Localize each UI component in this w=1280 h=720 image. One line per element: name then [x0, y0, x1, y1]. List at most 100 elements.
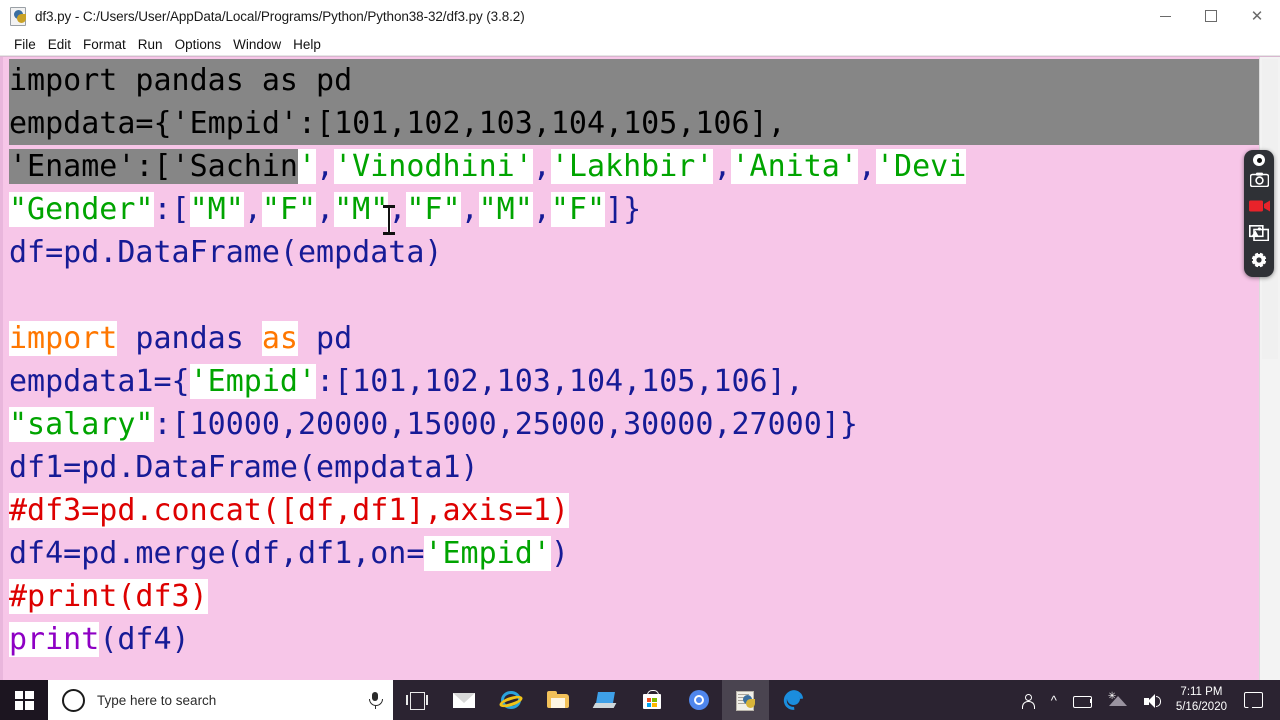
code-token: 'Devi: [875, 149, 967, 184]
taskbar-item-internet-explorer[interactable]: [487, 680, 534, 720]
menu-run[interactable]: Run: [132, 37, 169, 52]
taskbar-item-mail[interactable]: [440, 680, 487, 720]
taskbar-search-box[interactable]: Type here to search: [48, 680, 393, 720]
code-token: ]}: [605, 192, 642, 227]
menu-help[interactable]: Help: [287, 37, 327, 52]
source-code[interactable]: import pandas as pd empdata={'Empid':[101…: [3, 59, 1260, 661]
taskbar-clock[interactable]: 7:11 PM 5/16/2020: [1170, 685, 1237, 715]
code-token: 'Empid': [424, 536, 551, 571]
code-line[interactable]: empdata={'Empid':[101,102,103,104,105,10…: [9, 102, 1260, 145]
windows-logo-icon: [14, 690, 34, 710]
python-idle-icon: [734, 689, 758, 711]
code-token: "M": [189, 192, 244, 227]
clock-time: 7:11 PM: [1180, 686, 1223, 698]
screen: df3.py - C:/Users/User/AppData/Local/Pro…: [0, 0, 1280, 720]
menu-file[interactable]: File: [8, 37, 42, 52]
taskbar-app-icons: [393, 680, 816, 720]
minimize-button[interactable]: [1142, 0, 1188, 32]
code-token: ,: [316, 192, 335, 227]
battery-icon[interactable]: [1064, 680, 1100, 720]
microphone-icon[interactable]: [367, 691, 383, 709]
code-token: 'Empid': [189, 364, 317, 399]
code-token: ): [550, 536, 569, 571]
code-token: #df3=pd.concat([df,df1],axis=1): [9, 493, 569, 528]
code-token: df4=pd.merge(df,df1,on=: [9, 536, 425, 571]
code-token: "M": [334, 192, 389, 227]
close-button[interactable]: ✕: [1234, 0, 1280, 32]
code-line[interactable]: df1=pd.DataFrame(empdata1): [9, 446, 1260, 489]
window-controls: ✕: [1142, 0, 1280, 32]
show-hidden-icons-chevron-icon[interactable]: ^: [1044, 680, 1064, 720]
code-token: "M": [478, 192, 533, 227]
code-token: empdata1={: [9, 364, 190, 399]
taskbar-item-remote-desktop[interactable]: [581, 680, 628, 720]
store-bag-icon: [640, 689, 664, 711]
code-line[interactable]: "Gender":["M","F","M","F","M","F"]}: [9, 188, 1260, 231]
code-token: #print(df3): [9, 579, 208, 614]
cortana-circle-icon[interactable]: [62, 688, 85, 712]
clock-date: 5/16/2020: [1175, 701, 1227, 713]
code-token: ,: [857, 149, 876, 184]
taskbar-item-python-idle[interactable]: [722, 680, 769, 720]
code-token: "F": [550, 192, 606, 227]
code-line[interactable]: "salary":[10000,20000,15000,25000,30000,…: [9, 403, 1260, 446]
menu-options[interactable]: Options: [169, 37, 228, 52]
code-token: pd: [298, 321, 353, 356]
gear-icon[interactable]: [1246, 248, 1272, 272]
remote-desktop-icon: [592, 689, 617, 711]
code-token: empdata={'Empid':[101,102,103,104,105,10…: [9, 106, 786, 141]
maximize-button[interactable]: [1188, 0, 1234, 32]
code-token: ,: [460, 192, 479, 227]
taskbar-item-microsoft-edge[interactable]: [769, 680, 816, 720]
code-line[interactable]: #print(df3): [9, 575, 1260, 618]
code-token: :[: [153, 192, 190, 227]
code-line[interactable]: import pandas as pd: [9, 317, 1260, 360]
taskbar-item-task-view[interactable]: [393, 680, 440, 720]
editor-area[interactable]: import pandas as pd empdata={'Empid':[101…: [0, 56, 1280, 680]
code-line[interactable]: import pandas as pd: [9, 59, 1260, 102]
screen-recorder-toolbar[interactable]: [1244, 150, 1274, 277]
taskbar-item-chrome[interactable]: [675, 680, 722, 720]
code-line[interactable]: print(df4): [9, 618, 1260, 661]
camera-icon[interactable]: [1246, 167, 1272, 191]
code-line[interactable]: 'Ename':['Sachin','Vinodhini','Lakhbir',…: [9, 145, 1260, 188]
code-token: import pandas as pd: [9, 63, 353, 98]
code-editor[interactable]: import pandas as pd empdata={'Empid':[101…: [0, 57, 1260, 680]
code-token: ,: [713, 149, 732, 184]
wifi-icon[interactable]: ✳: [1100, 680, 1134, 720]
code-token: print: [9, 622, 100, 657]
code-token: 'Ename':['Sachin: [9, 149, 298, 184]
title-bar: df3.py - C:/Users/User/AppData/Local/Pro…: [0, 0, 1280, 33]
code-line[interactable]: df4=pd.merge(df,df1,on='Empid'): [9, 532, 1260, 575]
action-center-button[interactable]: [1237, 680, 1276, 720]
speaker-icon[interactable]: [1134, 680, 1170, 720]
menu-format[interactable]: Format: [77, 37, 132, 52]
python-file-icon: [10, 7, 28, 26]
code-line[interactable]: df=pd.DataFrame(empdata): [9, 231, 1260, 274]
menu-edit[interactable]: Edit: [42, 37, 77, 52]
code-line[interactable]: #df3=pd.concat([df,df1],axis=1): [9, 489, 1260, 532]
video-camera-icon[interactable]: [1246, 194, 1272, 218]
image-glyph: [1249, 225, 1269, 241]
code-token: "salary": [9, 407, 154, 442]
image-icon[interactable]: [1246, 221, 1272, 245]
windows-taskbar: Type here to search ^ ✳ 7:11 PM 5/16/202…: [0, 680, 1280, 720]
code-token: df1=pd.DataFrame(empdata1): [9, 450, 479, 485]
code-line[interactable]: empdata1={'Empid':[101,102,103,104,105,1…: [9, 360, 1260, 403]
code-token: pandas: [117, 321, 262, 356]
people-icon[interactable]: [1010, 680, 1044, 720]
code-token: :[101,102,103,104,105,106],: [316, 364, 804, 399]
code-token: ,: [243, 192, 262, 227]
taskbar-item-microsoft-store[interactable]: [628, 680, 675, 720]
menu-window[interactable]: Window: [227, 37, 287, 52]
code-token: "F": [261, 192, 317, 227]
code-line[interactable]: [9, 274, 1260, 317]
system-tray: ^ ✳ 7:11 PM 5/16/2020: [1010, 680, 1280, 720]
taskbar-item-file-explorer[interactable]: [534, 680, 581, 720]
start-button[interactable]: [0, 680, 48, 720]
code-token: as: [261, 321, 298, 356]
gear-glyph: [1250, 251, 1268, 269]
internet-explorer-icon: [497, 689, 524, 711]
folder-icon: [546, 689, 570, 711]
record-dot-icon[interactable]: [1253, 154, 1265, 166]
